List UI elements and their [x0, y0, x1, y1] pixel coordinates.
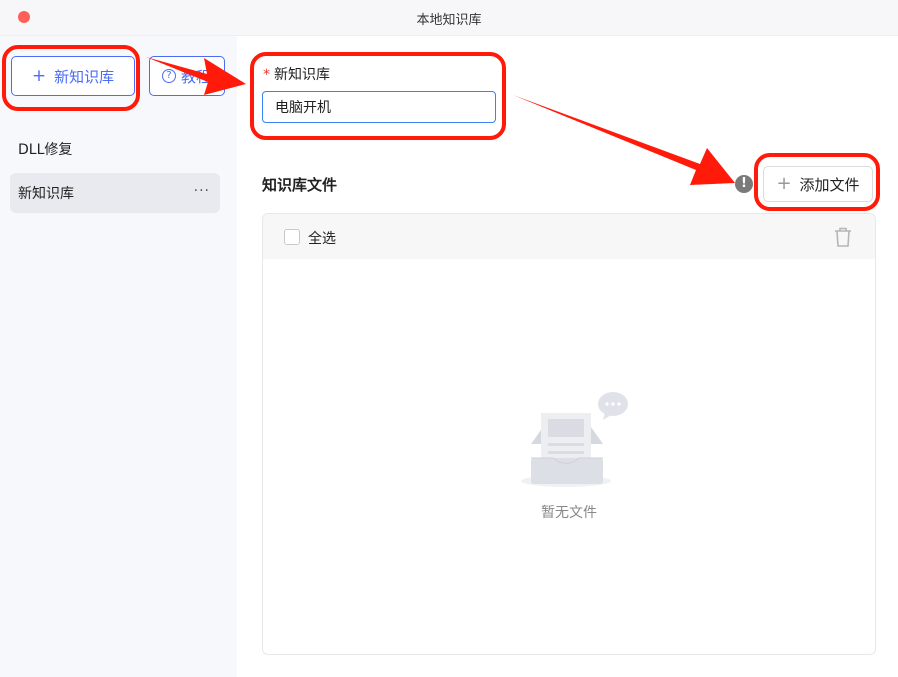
- sidebar: + 新知识库 ? 教程 DLL修复 新知识库 ···: [0, 36, 237, 677]
- plus-icon: +: [31, 65, 47, 86]
- arrow-to-add-file: [513, 95, 735, 185]
- empty-inbox-icon: [521, 392, 628, 487]
- kb-name-label: * 新知识库: [263, 64, 330, 84]
- sidebar-item-label: 新知识库: [18, 186, 74, 202]
- kb-name-input[interactable]: [262, 91, 496, 123]
- file-list-panel: 全选 暂无文件: [262, 213, 876, 655]
- kb-name-label-text: 新知识库: [274, 67, 330, 83]
- tutorial-button[interactable]: ? 教程: [149, 56, 225, 96]
- trash-icon[interactable]: [833, 226, 853, 248]
- required-mark: *: [263, 67, 270, 83]
- select-all-label[interactable]: 全选: [308, 228, 336, 248]
- sidebar-item-dll-repair[interactable]: DLL修复: [10, 129, 220, 169]
- more-options-icon[interactable]: ···: [194, 183, 210, 199]
- plus-icon: +: [776, 173, 792, 194]
- add-file-button-label: 添加文件: [799, 175, 860, 194]
- files-section-title: 知识库文件: [262, 176, 338, 194]
- window-title: 本地知识库: [416, 13, 482, 28]
- tutorial-button-label: 教程: [181, 67, 212, 86]
- new-kb-button-label: 新知识库: [54, 67, 115, 86]
- title-bar: 本地知识库: [0, 0, 898, 36]
- file-list-header: 全选: [263, 214, 875, 259]
- add-file-button[interactable]: + 添加文件: [763, 166, 873, 202]
- info-icon[interactable]: !: [735, 175, 753, 193]
- select-all-checkbox[interactable]: [284, 229, 300, 245]
- sidebar-item-new-kb[interactable]: 新知识库 ···: [10, 173, 220, 213]
- sidebar-item-label: DLL修复: [18, 142, 73, 158]
- new-kb-button[interactable]: + 新知识库: [11, 56, 135, 96]
- empty-state-text: 暂无文件: [541, 505, 597, 521]
- help-icon: ?: [162, 69, 176, 83]
